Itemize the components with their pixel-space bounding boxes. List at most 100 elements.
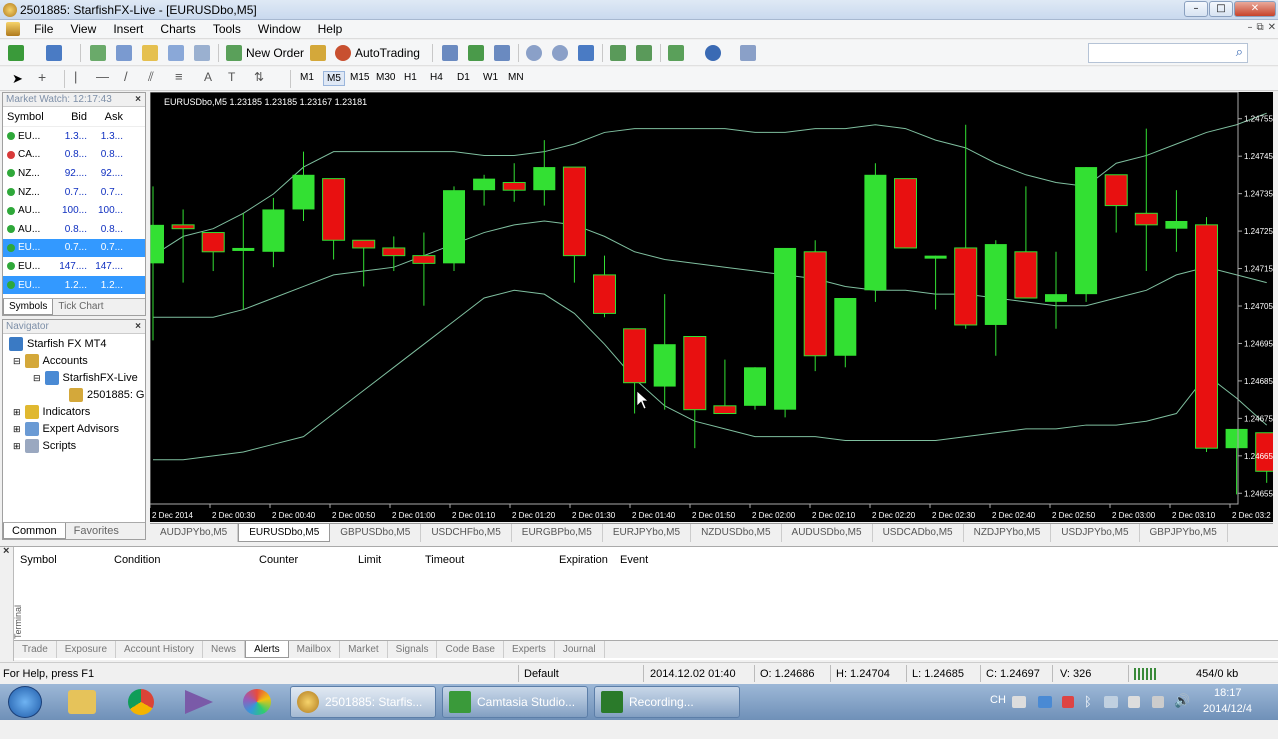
terminal-tab[interactable]: Signals	[388, 641, 438, 658]
chart-tab[interactable]: USDCADbo,M5	[873, 524, 964, 542]
bearish-candle[interactable]	[1195, 224, 1218, 449]
horizontal-line-icon[interactable]: —	[96, 69, 109, 84]
tray-security-icon[interactable]	[1062, 696, 1074, 708]
bullish-candle[interactable]	[292, 174, 315, 210]
strategy-tester-icon[interactable]	[194, 45, 210, 61]
bearish-candle[interactable]	[1014, 251, 1038, 299]
bullish-candle[interactable]	[834, 298, 857, 356]
timeframe-m1[interactable]: M1	[297, 71, 317, 84]
new-chart-icon[interactable]	[8, 45, 24, 61]
column-ask[interactable]: Ask	[87, 111, 123, 123]
terminal-tab[interactable]: Exposure	[57, 641, 117, 658]
terminal-tab[interactable]: Market	[340, 641, 388, 658]
tab-common[interactable]: Common	[3, 523, 66, 539]
arrows-icon[interactable]: ⇅	[254, 70, 264, 84]
terminal-tab[interactable]: Mailbox	[289, 641, 341, 658]
data-window-icon[interactable]	[116, 45, 132, 61]
column-symbol[interactable]: Symbol	[3, 111, 53, 123]
autotrading-button[interactable]: AutoTrading	[335, 43, 420, 63]
terminal-tab[interactable]: Code Base	[437, 641, 504, 658]
market-watch-row[interactable]: NZ... 0.7... 0.7...	[3, 183, 145, 202]
timeframe-m30[interactable]: M30	[373, 71, 398, 84]
timeframe-h1[interactable]: H1	[401, 71, 420, 84]
market-watch-close-button[interactable]: ×	[135, 93, 141, 107]
bullish-candle[interactable]	[984, 244, 1007, 325]
bearish-candle[interactable]	[1104, 174, 1128, 207]
new-order-button[interactable]: New Order	[226, 43, 304, 63]
indicators-icon[interactable]	[668, 45, 684, 61]
bullish-candle[interactable]	[653, 344, 676, 387]
tab-favorites[interactable]: Favorites	[66, 523, 127, 539]
nav-account[interactable]: 2501885: G	[69, 388, 145, 402]
terminal-tab[interactable]: Alerts	[245, 641, 289, 658]
chart-tab[interactable]: AUDJPYbo,M5	[150, 524, 239, 542]
language-indicator[interactable]: CH	[990, 694, 1006, 730]
timeframe-m5[interactable]: M5	[323, 71, 345, 86]
terminal-tab[interactable]: Journal	[555, 641, 605, 658]
menu-insert[interactable]: Insert	[106, 20, 150, 38]
zoom-in-icon[interactable]	[526, 45, 542, 61]
bearish-candle[interactable]	[593, 274, 616, 314]
keyboard-icon[interactable]	[1012, 696, 1026, 708]
search-icon[interactable]: ⌕	[1236, 45, 1243, 60]
alerts-col-event[interactable]: Event	[620, 554, 648, 566]
profiles-icon[interactable]	[46, 45, 62, 61]
bullish-candle[interactable]	[533, 167, 556, 191]
alerts-col-timeout[interactable]: Timeout	[425, 554, 464, 566]
timeframe-h4[interactable]: H4	[427, 71, 446, 84]
timeframe-mn[interactable]: MN	[505, 71, 527, 84]
periods-icon[interactable]	[705, 45, 721, 61]
chart-tab[interactable]: EURGBPbo,M5	[512, 524, 603, 542]
taskbar-recording[interactable]: Recording...	[594, 686, 740, 718]
market-watch-row[interactable]: AU... 100... 100...	[3, 201, 145, 220]
alerts-col-condition[interactable]: Condition	[114, 554, 160, 566]
market-watch-row[interactable]: EU... 147.... 147....	[3, 257, 145, 276]
bearish-candle[interactable]	[623, 328, 647, 384]
bullish-candle[interactable]	[1045, 294, 1067, 302]
price-chart[interactable]: EURUSDbo,M5 1.23185 1.23185 1.23167 1.23…	[150, 92, 1273, 522]
fibonacci-icon[interactable]: ≡	[175, 69, 183, 84]
vertical-line-icon[interactable]: |	[74, 69, 77, 84]
menu-file[interactable]: File	[27, 20, 60, 38]
bullish-candle[interactable]	[924, 255, 947, 259]
bullish-candle[interactable]	[1225, 428, 1248, 449]
search-input[interactable]: ⌕	[1088, 43, 1248, 63]
market-watch-row[interactable]: EU... 1.2... 1.2...	[3, 275, 145, 295]
tray-usb-icon[interactable]	[1128, 696, 1140, 708]
chart-tab[interactable]: GBPJPYbo,M5	[1140, 524, 1228, 542]
visual-studio-icon[interactable]	[185, 690, 213, 714]
market-watch-row[interactable]: EU... 1.3... 1.3...	[3, 127, 145, 146]
market-watch-row[interactable]: NZ... 92.... 92....	[3, 164, 145, 183]
market-watch-row[interactable]: AU... 0.8... 0.8...	[3, 220, 145, 239]
menu-tools[interactable]: Tools	[206, 20, 248, 38]
bearish-candle[interactable]	[803, 251, 827, 357]
network-icon[interactable]	[1152, 696, 1164, 708]
templates-icon[interactable]	[740, 45, 756, 61]
line-chart-icon[interactable]	[494, 45, 510, 61]
cursor-icon[interactable]: ➤	[12, 71, 23, 87]
status-profile[interactable]: Default	[524, 668, 559, 680]
bearish-candle[interactable]	[562, 166, 586, 257]
chart-tab[interactable]: NZDJPYbo,M5	[964, 524, 1052, 542]
text-icon[interactable]: A	[204, 70, 212, 84]
market-watch-row[interactable]: EU... 0.7... 0.7...	[3, 238, 145, 258]
alerts-col-limit[interactable]: Limit	[358, 554, 381, 566]
maximize-button[interactable]: □	[1209, 1, 1233, 17]
auto-scroll-icon[interactable]	[610, 45, 626, 61]
tab-symbols[interactable]: Symbols	[3, 299, 54, 315]
chrome-icon[interactable]	[128, 689, 154, 715]
nav-expert-advisors[interactable]: ⊞ Expert Advisors	[13, 422, 119, 436]
bearish-candle[interactable]	[502, 181, 526, 191]
bullish-candle[interactable]	[1165, 220, 1188, 229]
chart-shift-icon[interactable]	[636, 45, 652, 61]
market-watch-row[interactable]: CA... 0.8... 0.8...	[3, 146, 145, 165]
timeframe-d1[interactable]: D1	[454, 71, 473, 84]
alerts-col-symbol[interactable]: Symbol	[20, 554, 57, 566]
tile-windows-icon[interactable]	[578, 45, 594, 61]
bullish-candle[interactable]	[443, 190, 465, 264]
metaeditor-icon[interactable]	[310, 45, 326, 61]
menu-charts[interactable]: Charts	[153, 20, 202, 38]
alerts-col-counter[interactable]: Counter	[259, 554, 298, 566]
bearish-candle[interactable]	[683, 336, 707, 411]
terminal-tab[interactable]: Account History	[116, 641, 204, 658]
